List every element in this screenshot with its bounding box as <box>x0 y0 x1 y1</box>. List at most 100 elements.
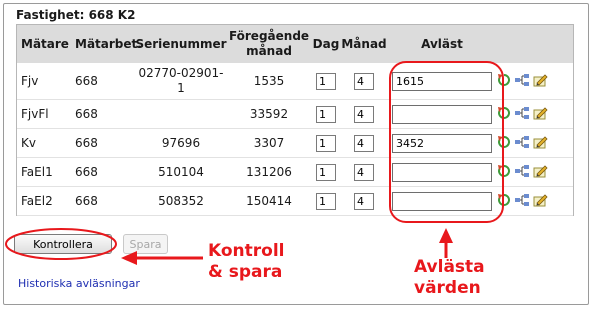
cell-serial: 510104 <box>135 157 227 187</box>
table-row: Kv 668 97696 3307 <box>17 128 573 158</box>
cell-serial <box>135 99 227 129</box>
cell-actions <box>497 63 573 100</box>
table-row: FaEl2 668 508352 150414 <box>17 186 573 216</box>
serial-line2: 1 <box>177 81 185 95</box>
cell-meter-area: 668 <box>71 128 135 158</box>
annotation-read-line2: värden <box>414 278 481 298</box>
cell-serial: 97696 <box>135 128 227 158</box>
save-button[interactable]: Spara <box>123 234 168 254</box>
cell-meter: FaEl1 <box>17 157 71 187</box>
day-input[interactable] <box>316 163 336 181</box>
tree-icon[interactable] <box>514 106 530 123</box>
header-previous-line1: Föregående <box>228 29 310 43</box>
cell-day <box>311 99 341 129</box>
tree-icon[interactable] <box>514 135 530 152</box>
annotation-read-line1: Avlästa <box>414 257 485 277</box>
cell-actions <box>497 99 573 129</box>
cell-day <box>311 157 341 187</box>
month-input[interactable] <box>354 163 374 181</box>
cell-day <box>311 128 341 158</box>
annotation-control-line1: Kontroll <box>208 241 285 261</box>
refresh-icon[interactable] <box>497 164 511 181</box>
cell-actions <box>497 128 573 158</box>
month-input[interactable] <box>354 72 374 90</box>
cell-previous: 131206 <box>227 157 311 187</box>
edit-icon[interactable] <box>533 73 548 90</box>
cell-meter-area: 668 <box>71 99 135 129</box>
month-input[interactable] <box>354 192 374 210</box>
cell-read <box>387 99 497 129</box>
header-read: Avläst <box>387 25 497 63</box>
cell-month <box>341 63 387 100</box>
cell-day <box>311 186 341 216</box>
tree-icon[interactable] <box>514 73 530 90</box>
meter-grid: Mätare Mätarbet. Serienummer Föregående … <box>16 24 574 216</box>
month-input[interactable] <box>354 134 374 152</box>
cell-month <box>341 157 387 187</box>
read-value-input[interactable] <box>392 162 492 182</box>
cell-meter: Fjv <box>17 63 71 100</box>
day-input[interactable] <box>316 192 336 210</box>
history-link[interactable]: Historiska avläsningar <box>18 277 140 290</box>
annotation-control-line2: & spara <box>208 262 283 282</box>
cell-month <box>341 186 387 216</box>
serial-line1: 97696 <box>161 135 201 150</box>
header-previous-line2: månad <box>246 44 292 58</box>
cell-meter-area: 668 <box>71 157 135 187</box>
tree-icon[interactable] <box>514 193 530 210</box>
refresh-icon[interactable] <box>497 106 511 123</box>
edit-icon[interactable] <box>533 193 548 210</box>
header-day: Dag <box>311 25 341 63</box>
table-header-row: Mätare Mätarbet. Serienummer Föregående … <box>17 25 573 63</box>
serial-line1: 510104 <box>158 164 204 179</box>
cell-month <box>341 99 387 129</box>
cell-meter-area: 668 <box>71 63 135 100</box>
header-serial: Serienummer <box>135 25 227 63</box>
serial-line1: 508352 <box>158 193 204 208</box>
table-row: FjvFl 668 33592 <box>17 99 573 129</box>
cell-read <box>387 63 497 100</box>
header-actions <box>497 25 573 63</box>
edit-icon[interactable] <box>533 106 548 123</box>
check-button[interactable]: Kontrollera <box>14 234 112 254</box>
header-meter-area: Mätarbet. <box>71 25 142 63</box>
read-value-input[interactable] <box>392 191 492 211</box>
cell-previous: 3307 <box>227 128 311 158</box>
cell-previous: 1535 <box>227 63 311 100</box>
cell-meter: FjvFl <box>17 99 71 129</box>
panel-title: Fastighet: 668 K2 <box>16 8 136 22</box>
read-value-input[interactable] <box>392 71 492 91</box>
header-month: Månad <box>341 25 387 63</box>
annotation-read-text: Avlästa värden <box>414 257 485 299</box>
cell-serial: 02770-02901- 1 <box>135 63 227 100</box>
read-value-input[interactable] <box>392 104 492 124</box>
day-input[interactable] <box>316 134 336 152</box>
cell-actions <box>497 157 573 187</box>
meter-table: Mätare Mätarbet. Serienummer Föregående … <box>17 25 573 216</box>
cell-read <box>387 128 497 158</box>
cell-meter: FaEl2 <box>17 186 71 216</box>
header-previous-month: Föregående månad <box>227 25 311 63</box>
cell-meter: Kv <box>17 128 71 158</box>
cell-day <box>311 63 341 100</box>
edit-icon[interactable] <box>533 164 548 181</box>
cell-meter-area: 668 <box>71 186 135 216</box>
refresh-icon[interactable] <box>497 193 511 210</box>
read-value-input[interactable] <box>392 133 492 153</box>
day-input[interactable] <box>316 105 336 123</box>
header-meter: Mätare <box>17 25 71 63</box>
tree-icon[interactable] <box>514 164 530 181</box>
cell-month <box>341 128 387 158</box>
cell-serial: 508352 <box>135 186 227 216</box>
serial-line1: 02770-02901- <box>138 66 224 80</box>
cell-previous: 33592 <box>227 99 311 129</box>
day-input[interactable] <box>316 72 336 90</box>
refresh-icon[interactable] <box>497 73 511 90</box>
cell-actions <box>497 186 573 216</box>
refresh-icon[interactable] <box>497 135 511 152</box>
table-row: FaEl1 668 510104 131206 <box>17 157 573 187</box>
annotation-control-text: Kontroll & spara <box>208 241 285 283</box>
edit-icon[interactable] <box>533 135 548 152</box>
table-row: Fjv 668 02770-02901- 1 1535 <box>17 63 573 100</box>
month-input[interactable] <box>354 105 374 123</box>
